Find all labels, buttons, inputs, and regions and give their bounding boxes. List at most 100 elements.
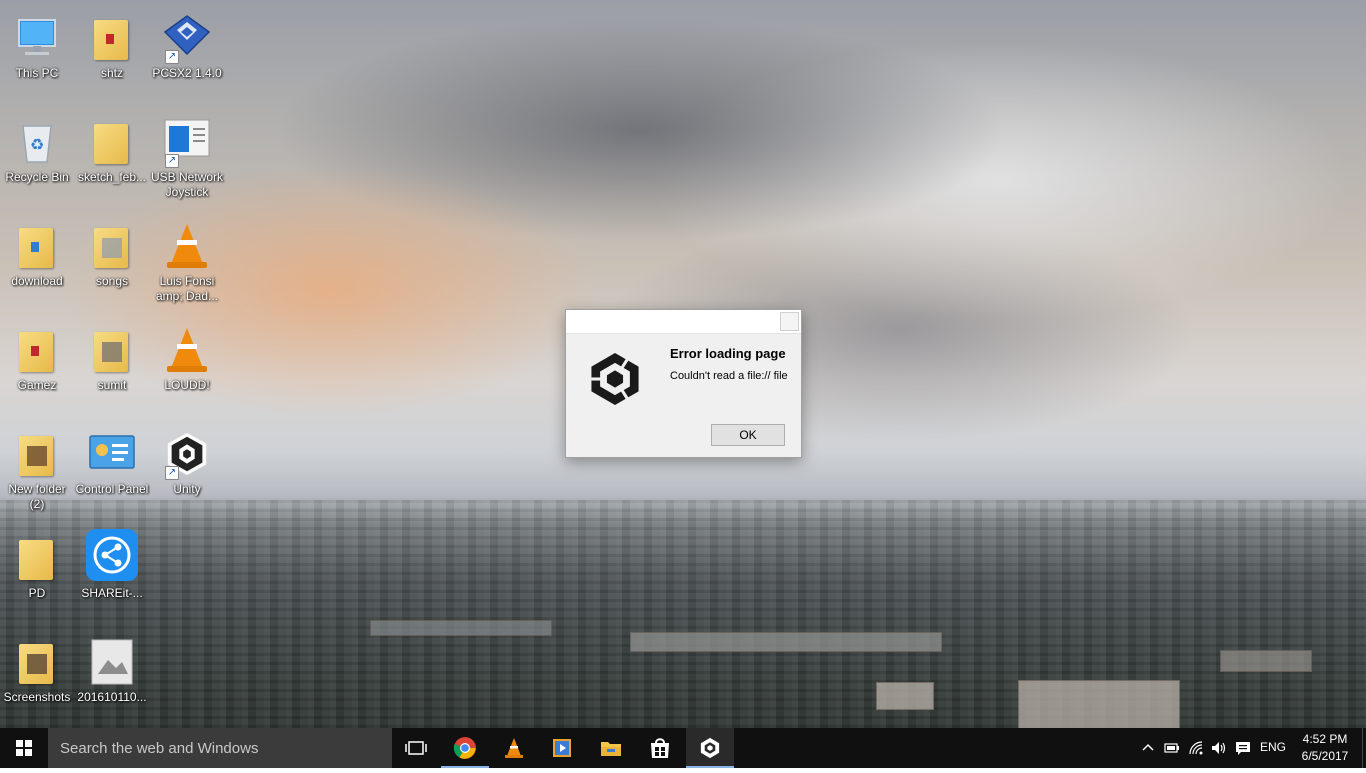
folder-icon [88,118,136,166]
desktop-icon-pcsx2[interactable]: ↗ PCSX2 1.4.0 [150,6,224,102]
tray-action-center[interactable] [1231,728,1255,768]
file-explorer-icon [601,742,621,756]
taskbar-media-player[interactable] [538,728,586,768]
tray-clock[interactable]: 4:52 PM 6/5/2017 [1290,731,1360,765]
desktop-icon-this-pc[interactable]: This PC [0,6,74,102]
usb-joystick-icon: ↗ [163,118,211,168]
desktop-icon-label: 201610110... [77,690,147,704]
desktop-icon-unity[interactable]: ↗ Unity [150,422,224,518]
task-view-icon [405,741,427,755]
dialog-message: Couldn't read a file:// file [670,370,788,382]
vlc-icon [163,326,211,374]
desktop-icon-label: Luis Fonsi amp; Dad... [155,274,219,303]
taskbar-chrome[interactable] [441,728,489,768]
svg-text:♻: ♻ [30,135,44,154]
desktop-icon-luis-fonsi[interactable]: Luis Fonsi amp; Dad... [150,214,224,310]
store-icon [651,738,669,758]
desktop-icon-usb-network-joystick[interactable]: ↗ USB Network Joystick [150,110,224,206]
dialog-title: Error loading page [670,346,786,361]
task-view-button[interactable] [392,728,440,768]
search-input[interactable]: Search the web and Windows [48,728,392,768]
tray-show-hidden-button[interactable] [1136,728,1160,768]
tray-date: 6/5/2017 [1301,749,1349,763]
desktop-icon-label: shtz [100,66,123,80]
error-dialog: Error loading page Couldn't read a file:… [565,309,802,458]
taskbar-file-explorer[interactable] [587,728,635,768]
computer-icon [13,14,61,62]
folder-icon [88,326,136,374]
speaker-icon [1212,742,1226,754]
desktop-icon-pd[interactable]: PD [0,526,74,622]
shortcut-arrow-icon: ↗ [165,466,179,480]
vlc-icon [505,738,523,758]
pcsx2-icon: ↗ [163,14,211,64]
battery-icon [1164,743,1179,753]
desktop-icon-download[interactable]: download [0,214,74,310]
folder-icon [13,326,61,374]
desktop-icon-control-panel[interactable]: Control Panel [75,422,149,518]
show-desktop-button[interactable] [1362,728,1366,768]
desktop-icon-songs[interactable]: songs [75,214,149,310]
desktop-icon-loudd[interactable]: LOUDD! [150,318,224,414]
taskbar-vlc[interactable] [490,728,538,768]
taskbar-store[interactable] [636,728,684,768]
unity-logo-icon [584,348,646,410]
folder-icon [13,222,61,270]
folder-icon [88,222,136,270]
desktop-icon-label: SHAREit-... [81,586,143,600]
desktop-icon-sketch-feb[interactable]: sketch_feb... [75,110,149,206]
desktop-icon-gamez[interactable]: Gamez [0,318,74,414]
unity-icon [700,737,720,759]
desktop-icon-label: USB Network Joystick [150,170,224,199]
folder-icon [13,430,61,478]
search-placeholder: Search the web and Windows [60,740,259,757]
folder-icon [13,638,61,686]
desktop-icon-label: PCSX2 1.4.0 [152,66,222,80]
notification-icon [1236,742,1250,755]
desktop-icon-label: sketch_feb... [77,170,147,184]
desktop-icon-label: download [11,274,63,288]
image-file-icon [88,638,136,686]
desktop-icon-label: Gamez [17,378,57,392]
desktop-icon-label: Unity [173,482,201,496]
recycle-bin-icon: ♻ [13,118,61,166]
chrome-icon [453,737,476,759]
desktop-icon-recycle-bin[interactable]: ♻ Recycle Bin [0,110,74,206]
desktop-icon-label: sumit [97,378,127,392]
shortcut-arrow-icon: ↗ [165,50,179,64]
taskbar-unity[interactable] [686,728,734,768]
desktop-icon-sumit[interactable]: sumit [75,318,149,414]
vlc-icon [163,222,211,270]
desktop-icon-label: Screenshots [3,690,71,704]
dialog-titlebar[interactable] [566,310,801,334]
desktop-icon-shareit[interactable]: SHAREit-... [75,526,149,622]
desktop-icon-image-file[interactable]: 201610110... [75,630,149,726]
start-button[interactable] [0,728,48,768]
desktop-icon-label: LOUDD! [164,378,210,392]
desktop-icon-shtz[interactable]: shtz [75,6,149,102]
chevron-up-icon [1142,743,1154,751]
tray-battery[interactable] [1160,728,1184,768]
tray-volume[interactable] [1207,728,1231,768]
tray-language[interactable]: ENG [1256,740,1290,754]
taskbar: Search the web and Windows ENG 4:52 PM 6… [0,728,1366,768]
shareit-icon [86,529,138,582]
windows-logo-icon [16,740,32,756]
desktop-icon-label: New folder (2) [8,482,66,511]
media-player-icon [553,739,571,757]
wifi-icon [1189,741,1203,755]
desktop-icon-screenshots[interactable]: Screenshots [0,630,74,726]
city-skyline [0,500,1366,728]
shortcut-arrow-icon: ↗ [165,154,179,168]
unity-icon: ↗ [163,430,211,480]
dialog-close-button[interactable] [780,312,799,331]
desktop-icon-new-folder-2[interactable]: New folder (2) [0,422,74,518]
ok-button[interactable]: OK [711,424,785,446]
desktop-icon-label: This PC [15,66,59,80]
desktop-icon-label: Recycle Bin [5,170,69,184]
control-panel-icon [88,430,136,478]
folder-icon [13,534,61,582]
tray-network[interactable] [1184,728,1208,768]
desktop-icon-label: PD [28,586,46,600]
desktop-icon-label: Control Panel [75,482,149,496]
